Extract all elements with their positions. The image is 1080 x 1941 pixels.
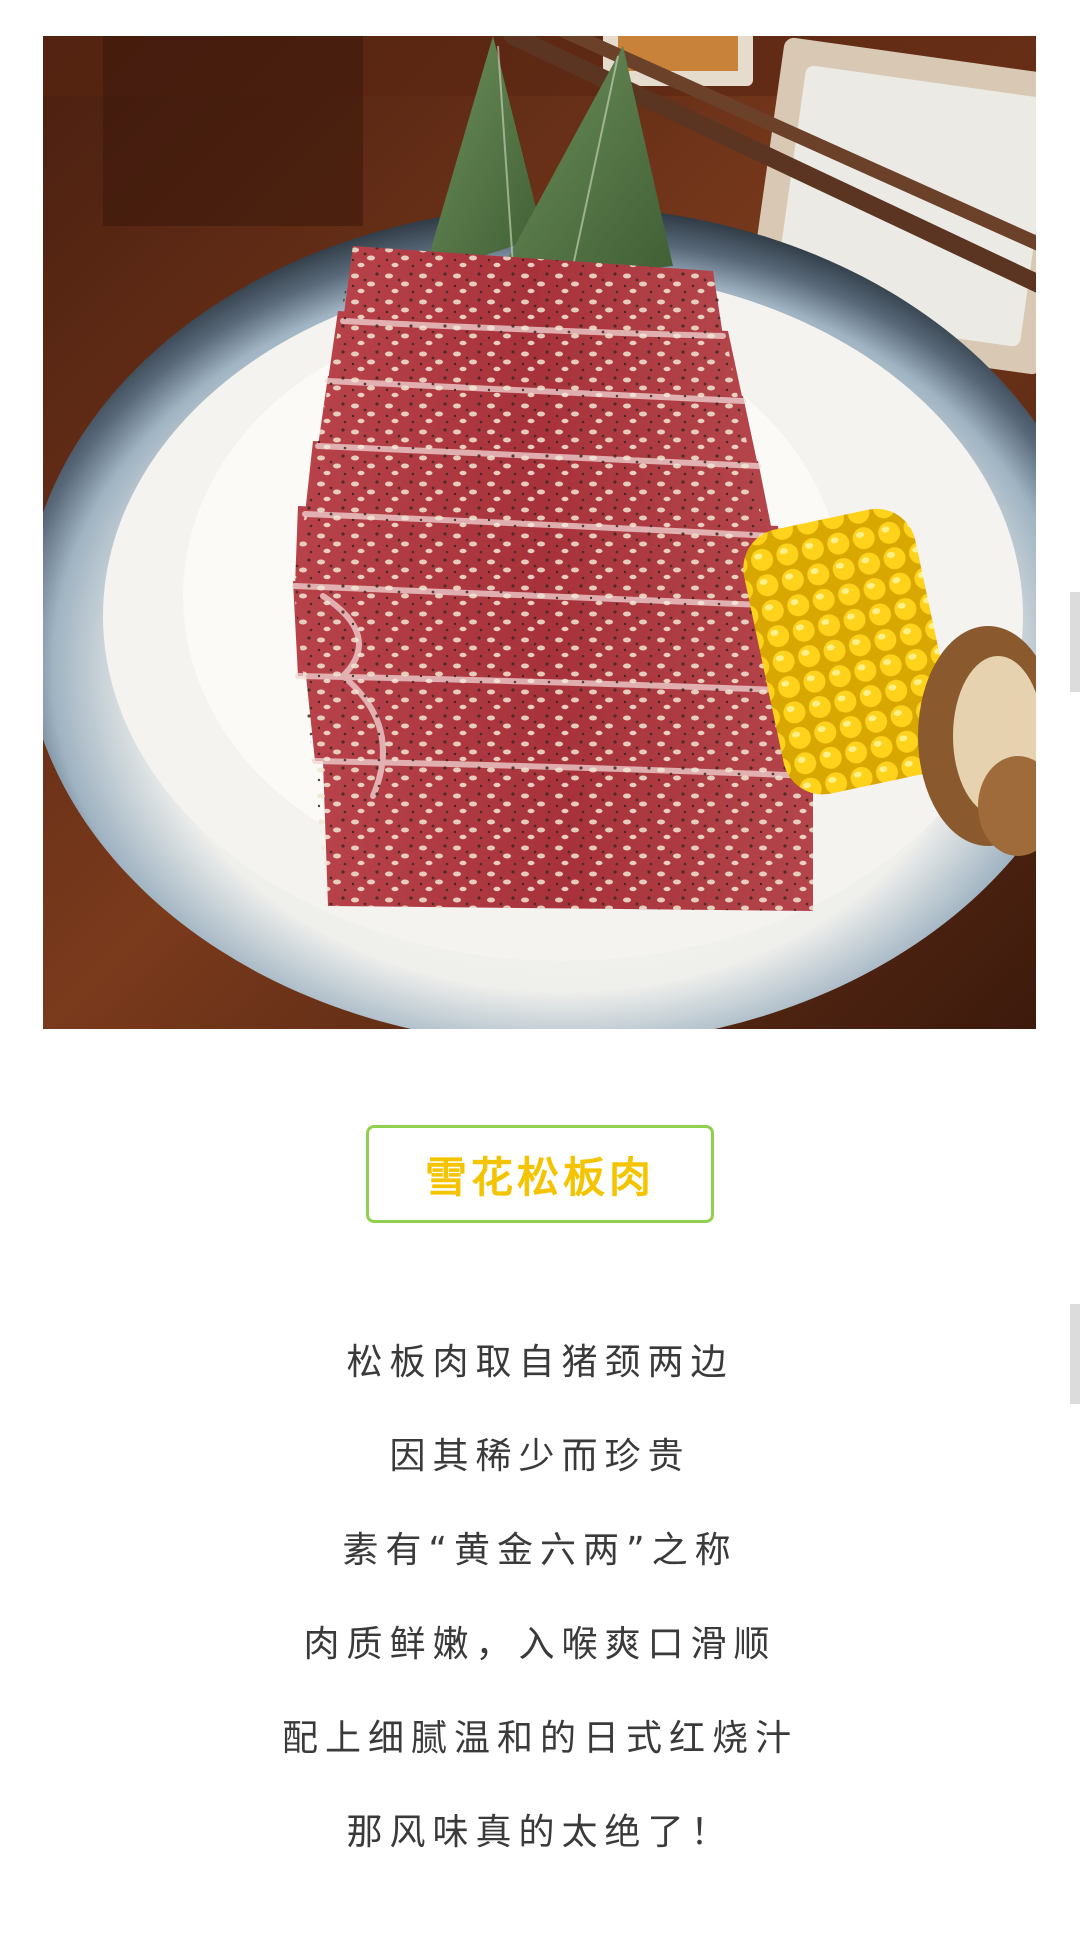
description-line: 配上细腻温和的日式红烧汁 bbox=[281, 1718, 798, 1759]
description-line: 因其稀少而珍贵 bbox=[389, 1436, 691, 1477]
description-line: 素有“黄金六两”之称 bbox=[342, 1530, 738, 1571]
title-box: 雪花松板肉 bbox=[366, 1125, 714, 1223]
description-line: 那风味真的太绝了！ bbox=[346, 1812, 734, 1853]
description-line: 松板肉取自猪颈两边 bbox=[346, 1342, 734, 1383]
food-photo bbox=[43, 36, 1036, 1029]
side-scroll-tab[interactable] bbox=[1070, 592, 1080, 692]
dish-title: 雪花松板肉 bbox=[424, 1152, 655, 1202]
description-line: 肉质鲜嫩，入喉爽口滑顺 bbox=[303, 1624, 777, 1665]
side-scroll-tab[interactable] bbox=[1070, 1304, 1080, 1404]
